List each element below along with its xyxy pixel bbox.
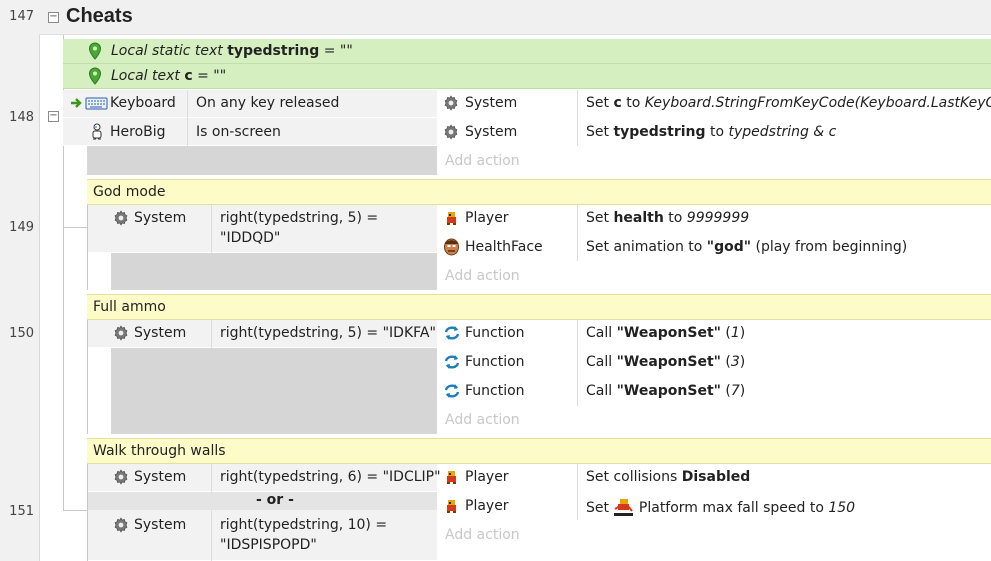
condition-empty-area[interactable] xyxy=(87,146,437,175)
action-object: Player xyxy=(465,469,509,485)
action-text[interactable]: Call "WeaponSet" (1) xyxy=(586,325,745,341)
add-action-link[interactable]: Add action xyxy=(445,412,520,428)
divider xyxy=(211,510,212,561)
condition-empty-area[interactable] xyxy=(111,253,437,290)
condition-text: right(typedstring, 10) = xyxy=(220,517,388,533)
divider xyxy=(211,205,212,253)
variable-value: "" xyxy=(339,43,353,59)
condition-object: System xyxy=(134,517,187,533)
map-pin-icon xyxy=(88,67,102,85)
variable-kind: Local text xyxy=(111,68,180,84)
comment-walk-through-walls[interactable]: Walk through walls xyxy=(87,438,991,464)
hero-sprite-icon xyxy=(92,123,102,140)
divider xyxy=(211,464,212,492)
face-sprite-icon xyxy=(444,238,459,256)
gutter xyxy=(0,0,40,561)
line-number: 149 xyxy=(9,220,34,235)
action-text[interactable]: Set c to Keyboard.StringFromKeyCode(Keyb… xyxy=(586,95,991,111)
player-sprite-icon xyxy=(447,500,456,513)
action-object: Player xyxy=(465,498,509,514)
platform-behavior-icon xyxy=(614,499,634,516)
gear-icon xyxy=(114,517,128,533)
comment-god-mode[interactable]: God mode xyxy=(87,179,991,205)
condition-object: System xyxy=(134,469,187,485)
action-object: Function xyxy=(465,383,525,399)
divider xyxy=(577,90,578,146)
divider xyxy=(577,464,578,520)
line-number: 148 xyxy=(9,110,34,125)
action-text[interactable]: Set typedstring to typedstring & c xyxy=(586,124,836,140)
function-arrows-icon xyxy=(444,384,460,398)
line-number: 147 xyxy=(9,9,34,24)
condition-empty-area[interactable] xyxy=(111,348,437,434)
condition-text: right(typedstring, 5) = "IDKFA" xyxy=(220,325,436,341)
group-header[interactable] xyxy=(39,0,991,35)
line-number: 150 xyxy=(9,326,34,341)
variable-equals: = xyxy=(319,43,340,59)
comment-full-ammo[interactable]: Full ammo xyxy=(87,294,991,320)
local-variable-row[interactable]: Local static text typedstring = "" xyxy=(63,39,991,64)
condition-object: HeroBig xyxy=(110,124,166,140)
comment-text: Full ammo xyxy=(93,299,166,315)
function-arrows-icon xyxy=(444,355,460,369)
collapse-toggle[interactable]: − xyxy=(48,111,59,122)
action-object: Function xyxy=(465,354,525,370)
add-action-link[interactable]: Add action xyxy=(445,153,520,169)
player-sprite-icon xyxy=(447,212,456,225)
map-pin-icon xyxy=(88,42,102,60)
add-action-link[interactable]: Add action xyxy=(445,268,520,284)
variable-equals: = xyxy=(192,68,214,84)
condition-text: "IDSPISPOPD" xyxy=(220,537,317,553)
action-text[interactable]: Call "WeaponSet" (7) xyxy=(586,383,745,399)
condition-text: "IDDQD" xyxy=(220,230,281,246)
action-object: Function xyxy=(465,325,525,341)
gear-icon xyxy=(114,325,128,341)
condition-object: System xyxy=(134,210,187,226)
divider xyxy=(577,205,578,261)
group-title: Cheats xyxy=(66,5,133,27)
variable-name: c xyxy=(184,68,193,84)
tree-line xyxy=(63,510,87,511)
tree-line xyxy=(63,227,87,228)
action-text[interactable]: Set Platform max fall speed to 150 xyxy=(586,498,855,516)
condition-text: right(typedstring, 5) = xyxy=(220,210,379,226)
action-text[interactable]: Set animation to "god" (play from beginn… xyxy=(586,239,907,255)
condition-object: Keyboard xyxy=(110,95,176,111)
variable-value: "" xyxy=(213,68,227,84)
player-sprite-icon xyxy=(447,471,456,484)
action-object: System xyxy=(465,95,518,111)
divider xyxy=(211,320,212,348)
local-variable-row[interactable]: Local text c = "" xyxy=(63,64,991,89)
gear-icon xyxy=(114,210,128,226)
line-number: 151 xyxy=(9,504,34,519)
action-object: Player xyxy=(465,210,509,226)
collapse-toggle[interactable]: − xyxy=(48,12,59,23)
action-object: System xyxy=(465,124,518,140)
condition-text: On any key released xyxy=(196,95,340,111)
action-text[interactable]: Call "WeaponSet" (3) xyxy=(586,354,745,370)
or-label: - or - xyxy=(256,492,294,508)
gear-icon xyxy=(114,469,128,485)
function-arrows-icon xyxy=(444,326,460,340)
variable-name: typedstring xyxy=(227,43,320,59)
action-text[interactable]: Set health to 9999999 xyxy=(586,210,749,226)
add-action-link[interactable]: Add action xyxy=(445,527,520,543)
divider xyxy=(577,320,578,406)
keyboard-icon xyxy=(71,97,108,110)
divider xyxy=(187,90,188,146)
variable-kind: Local static text xyxy=(111,43,223,59)
gear-icon xyxy=(444,95,458,111)
condition-object: System xyxy=(134,325,187,341)
action-text[interactable]: Set collisions Disabled xyxy=(586,469,750,485)
comment-text: God mode xyxy=(93,184,166,200)
comment-text: Walk through walls xyxy=(93,443,226,459)
condition-text: right(typedstring, 6) = "IDCLIP" xyxy=(220,469,441,485)
condition-text: Is on-screen xyxy=(196,124,281,140)
gear-icon xyxy=(444,124,458,140)
action-object: HealthFace xyxy=(465,239,543,255)
